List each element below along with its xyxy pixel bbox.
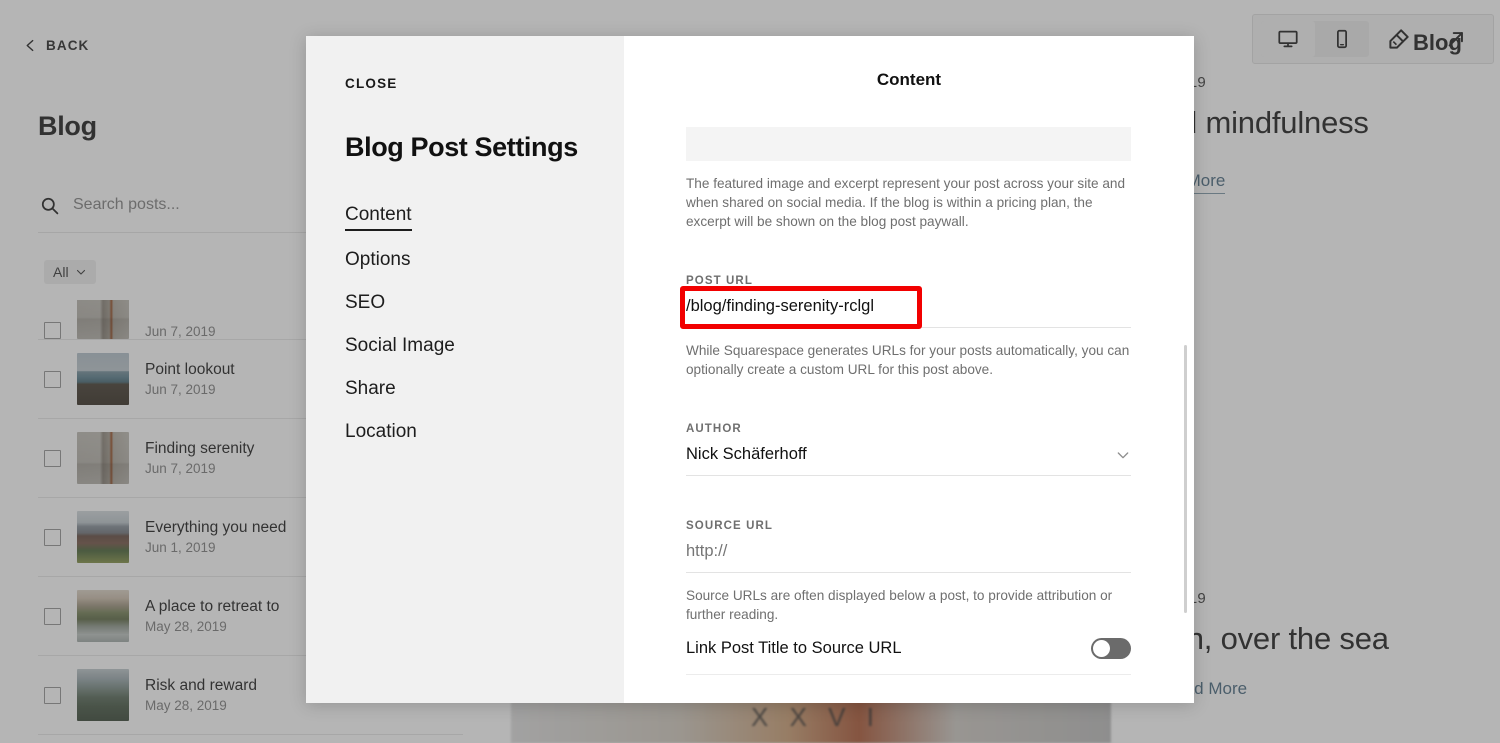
modal-nav: Content Options SEO Social Image Share L… — [345, 204, 455, 464]
nav-item-seo[interactable]: SEO — [345, 292, 385, 317]
source-url-label: SOURCE URL — [686, 520, 774, 532]
post-url-label: POST URL — [686, 275, 753, 287]
screenshot-root: BACK Blog All Jun 7, 2019 — [0, 0, 1500, 743]
content-form: The featured image and excerpt represent… — [686, 127, 1131, 675]
modal-title: Blog Post Settings — [345, 132, 578, 162]
excerpt-helper-text: The featured image and excerpt represent… — [686, 176, 1126, 229]
modal-content-panel: Content The featured image and excerpt r… — [624, 36, 1194, 703]
chevron-down-icon — [1117, 451, 1129, 458]
modal-scrollbar[interactable] — [1184, 345, 1187, 613]
nav-item-share[interactable]: Share — [345, 378, 396, 403]
nav-item-social-image[interactable]: Social Image — [345, 335, 455, 360]
author-label: AUTHOR — [686, 423, 742, 435]
post-url-input[interactable] — [686, 297, 1131, 316]
toggle-knob — [1093, 640, 1110, 657]
excerpt-field[interactable] — [686, 127, 1131, 161]
post-url-field[interactable] — [686, 287, 1131, 328]
source-url-field[interactable] — [686, 532, 1131, 573]
link-title-toggle[interactable] — [1091, 638, 1131, 659]
blog-post-settings-modal: CLOSE Blog Post Settings Content Options… — [306, 36, 1194, 703]
close-button[interactable]: CLOSE — [345, 76, 398, 91]
link-title-toggle-row[interactable]: Link Post Title to Source URL — [686, 624, 1131, 675]
author-value: Nick Schäferhoff — [686, 445, 807, 463]
nav-item-options[interactable]: Options — [345, 249, 410, 274]
link-title-toggle-label: Link Post Title to Source URL — [686, 639, 902, 657]
source-url-input[interactable] — [686, 542, 1131, 561]
panel-title: Content — [876, 70, 942, 89]
nav-item-content[interactable]: Content — [345, 204, 412, 231]
post-url-helper-text: While Squarespace generates URLs for you… — [686, 343, 1130, 377]
modal-sidebar: CLOSE Blog Post Settings Content Options… — [306, 36, 624, 703]
source-url-helper-text: Source URLs are often displayed below a … — [686, 588, 1113, 622]
nav-item-location[interactable]: Location — [345, 421, 417, 446]
author-select[interactable]: Nick Schäferhoff — [686, 435, 1131, 476]
